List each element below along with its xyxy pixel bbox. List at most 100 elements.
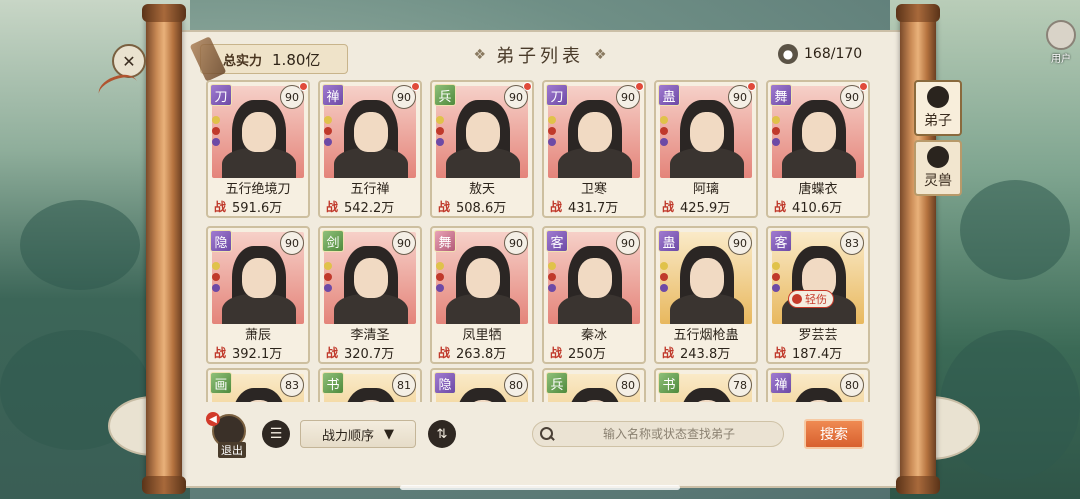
- attribute-dots: [660, 116, 668, 146]
- filter-list-button[interactable]: ☰: [262, 420, 290, 448]
- sect-badge: 隐: [210, 230, 232, 252]
- attribute-dots: [772, 116, 780, 146]
- disciple-name: 五行绝境刀: [225, 182, 291, 197]
- sort-order-toggle-button[interactable]: ⇅: [428, 420, 456, 448]
- power-value: 320.7万: [344, 347, 395, 362]
- attribute-dot: [324, 262, 332, 270]
- attribute-dot: [660, 273, 668, 281]
- level-badge: 90: [504, 231, 528, 255]
- attribute-dots: [324, 262, 332, 292]
- disciple-card[interactable]: 刀 90 卫寒 战 431.7万: [542, 80, 646, 218]
- disciple-card[interactable]: 隐 90 萧辰 战 392.1万: [206, 226, 310, 364]
- attribute-dot: [548, 262, 556, 270]
- back-arrow-icon: ◀: [206, 412, 220, 426]
- attribute-dot: [436, 127, 444, 135]
- notification-dot: [411, 82, 420, 91]
- disciple-power: 战 243.8万: [662, 343, 730, 362]
- disciple-card[interactable]: 书 78: [654, 368, 758, 402]
- portrait-face: [354, 112, 388, 152]
- disciple-power: 战 431.7万: [550, 197, 618, 216]
- portrait-body: [446, 148, 520, 178]
- notification-dot: [859, 82, 868, 91]
- power-prefix: 战: [550, 346, 563, 360]
- disciple-card[interactable]: 刀 90 五行绝境刀 战 591.6万: [206, 80, 310, 218]
- attribute-dots: [324, 116, 332, 146]
- portrait-body: [782, 148, 856, 178]
- disciple-name: 五行烟枪蛊: [673, 328, 739, 343]
- disciple-name: 卫寒: [580, 182, 607, 197]
- disciple-card[interactable]: 蛊 90 五行烟枪蛊 战 243.8万: [654, 226, 758, 364]
- sect-badge: 隐: [434, 372, 456, 394]
- tab-disciples[interactable]: 弟子: [914, 80, 962, 136]
- attribute-dots: [548, 116, 556, 146]
- attribute-dot: [548, 127, 556, 135]
- exit-button[interactable]: ◀ 退出: [206, 412, 252, 458]
- attribute-dots: [548, 262, 556, 292]
- sect-badge: 客: [546, 230, 568, 252]
- page-title-text: 弟子列表: [496, 46, 584, 67]
- disciple-card[interactable]: 舞 90 凤里牺 战 263.8万: [430, 226, 534, 364]
- portrait-face: [466, 258, 500, 298]
- tab-spirit-beasts[interactable]: 灵兽: [914, 140, 962, 196]
- power-prefix: 战: [438, 346, 451, 360]
- attribute-dot: [772, 116, 780, 124]
- power-prefix: 战: [438, 200, 451, 214]
- level-badge: 83: [280, 373, 304, 397]
- disciple-card[interactable]: 禅 80: [766, 368, 870, 402]
- sect-badge: 刀: [210, 84, 232, 106]
- attribute-dot: [660, 138, 668, 146]
- sect-badge: 舞: [770, 84, 792, 106]
- disciple-name: 敖天: [468, 182, 495, 197]
- close-knot-icon[interactable]: ✕: [112, 44, 146, 78]
- portrait-face: [802, 112, 836, 152]
- disciple-name: 李清圣: [350, 328, 390, 343]
- portrait-body: [334, 294, 408, 324]
- disciple-power: 战 542.2万: [326, 197, 394, 216]
- attribute-dots: [660, 262, 668, 292]
- level-badge: 90: [616, 231, 640, 255]
- disciple-card[interactable]: 客 90 秦冰 战 250万: [542, 226, 646, 364]
- level-badge: 80: [504, 373, 528, 397]
- attribute-dot: [772, 138, 780, 146]
- total-power-value: 1.80亿: [272, 50, 321, 69]
- power-value: 243.8万: [680, 347, 731, 362]
- sect-badge: 刀: [546, 84, 568, 106]
- attribute-dot: [212, 138, 220, 146]
- portrait-face: [578, 112, 612, 152]
- attribute-dots: [436, 262, 444, 292]
- power-prefix: 战: [214, 200, 227, 214]
- disciple-card[interactable]: 禅 90 五行禅 战 542.2万: [318, 80, 422, 218]
- level-badge: 90: [280, 231, 304, 255]
- notification-dot: [635, 82, 644, 91]
- disciple-card[interactable]: 舞 90 唐蝶衣 战 410.6万: [766, 80, 870, 218]
- disciple-power: 战 392.1万: [214, 343, 282, 362]
- tab-disciples-label: 弟子: [924, 113, 952, 129]
- sort-dropdown[interactable]: 战力顺序 ▼: [300, 420, 416, 448]
- level-badge: 90: [392, 231, 416, 255]
- attribute-dot: [324, 273, 332, 281]
- disciple-card[interactable]: 蛊 90 阿璃 战 425.9万: [654, 80, 758, 218]
- notification-dot: [747, 82, 756, 91]
- attribute-dots: [212, 262, 220, 292]
- disciple-card[interactable]: 隐 80: [430, 368, 534, 402]
- attribute-dot: [212, 127, 220, 135]
- attribute-dot: [772, 127, 780, 135]
- attribute-dots: [436, 116, 444, 146]
- portrait-face: [466, 112, 500, 152]
- sect-badge: 蛊: [658, 230, 680, 252]
- disciple-card[interactable]: 兵 80: [542, 368, 646, 402]
- disciple-card[interactable]: 剑 90 李清圣 战 320.7万: [318, 226, 422, 364]
- disciple-card[interactable]: 画 83: [206, 368, 310, 402]
- background-tree: [20, 200, 140, 290]
- search-button[interactable]: 搜索: [804, 419, 864, 449]
- user-center-button[interactable]: 用户: [1044, 20, 1078, 65]
- sect-badge: 兵: [434, 84, 456, 106]
- search-input[interactable]: [555, 427, 783, 441]
- attribute-dot: [772, 273, 780, 281]
- power-value: 187.4万: [792, 347, 843, 362]
- disciple-card[interactable]: 兵 90 敖天 战 508.6万: [430, 80, 534, 218]
- attribute-dot: [324, 284, 332, 292]
- power-prefix: 战: [326, 200, 339, 214]
- disciple-card[interactable]: 客 83 轻伤 罗芸芸 战 187.4万: [766, 226, 870, 364]
- disciple-card[interactable]: 书 81: [318, 368, 422, 402]
